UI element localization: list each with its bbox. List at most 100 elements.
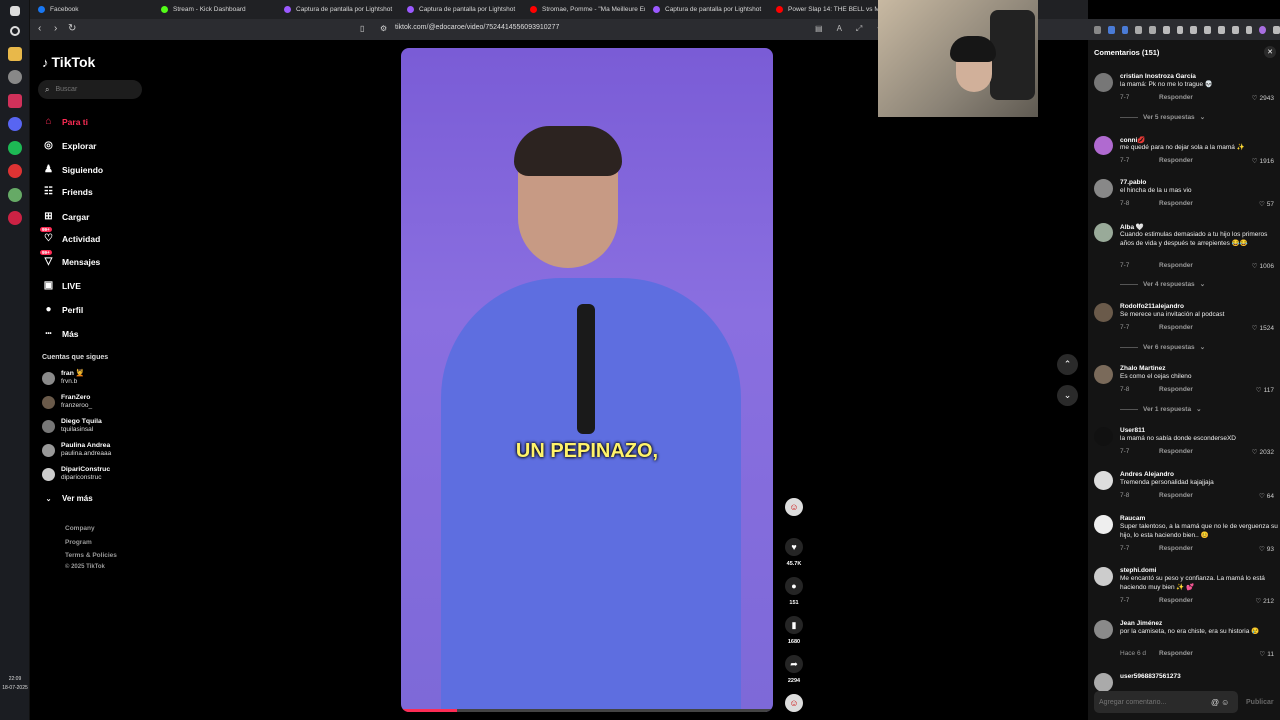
tab-2[interactable]: Captura de pantalla por Lightshot	[276, 0, 399, 19]
nav-item-perfil[interactable]: ● Perfil	[42, 303, 83, 316]
avatar[interactable]	[1094, 620, 1113, 639]
view-replies-button[interactable]: Ver 6 respuestas ⌄	[1120, 343, 1205, 351]
comment-like-button[interactable]: ♡ 93	[1259, 545, 1274, 554]
following-account[interactable]: Diego Tquila tquilasinsal	[42, 418, 102, 434]
extension-icon[interactable]	[1218, 25, 1225, 34]
footer-link-company[interactable]: Company	[65, 525, 95, 532]
zoom-icon[interactable]: ⤢	[856, 24, 862, 34]
following-account[interactable]: FranZero franzeroo_	[42, 394, 92, 410]
forward-icon[interactable]: ›	[54, 24, 57, 34]
mention-icon[interactable]: @	[1211, 698, 1219, 707]
comment-username[interactable]: cristian Inostroza García	[1120, 73, 1196, 80]
view-replies-button[interactable]: Ver 1 respuesta ⌄	[1120, 405, 1202, 413]
view-replies-button[interactable]: Ver 5 respuestas ⌄	[1120, 113, 1205, 121]
nav-item-siguiendo[interactable]: ♟ Siguiendo	[42, 163, 103, 176]
avatar[interactable]	[1094, 73, 1113, 92]
view-replies-button[interactable]: Ver 4 respuestas ⌄	[1120, 280, 1205, 288]
comment-like-button[interactable]: ♡ 1524	[1252, 324, 1274, 333]
avatar[interactable]	[1094, 567, 1113, 586]
comment-like-button[interactable]: ♡ 212	[1255, 597, 1274, 606]
extension-icon[interactable]	[1231, 25, 1239, 34]
comment-username[interactable]: Rodolfo211alejandro	[1120, 303, 1184, 310]
reply-button[interactable]: Responder	[1159, 386, 1193, 393]
avatar[interactable]	[1094, 427, 1113, 446]
following-account[interactable]: Paulina Andrea paulina.andreaaa	[42, 442, 111, 458]
tab-0[interactable]: Facebook	[30, 0, 153, 19]
chrome-icon[interactable]	[8, 188, 22, 202]
nav-item-para-ti[interactable]: ⌂ Para ti	[42, 115, 88, 128]
reply-button[interactable]: Responder	[1159, 94, 1193, 101]
translate-icon[interactable]: A	[837, 24, 842, 34]
comment-like-button[interactable]: ♡ 1006	[1252, 262, 1274, 271]
comment-username[interactable]: user5968837561273	[1120, 673, 1181, 680]
nav-item-cargar[interactable]: ⊞ Cargar	[42, 210, 89, 223]
creator-avatar[interactable]: ☺	[783, 498, 805, 516]
share-button[interactable]: ➦ 2294	[783, 655, 805, 684]
address-bar[interactable]: tiktok.com/@edocaroe/video/7524414556093…	[395, 24, 559, 31]
reply-button[interactable]: Responder	[1159, 597, 1193, 604]
save-button[interactable]: ▮ 1680	[783, 616, 805, 645]
app-icon[interactable]	[8, 70, 22, 84]
emoji-icon[interactable]: ☺	[1221, 698, 1229, 707]
next-video-button[interactable]: ⌄	[1057, 385, 1078, 406]
extension-icon[interactable]	[1107, 25, 1115, 34]
avatar[interactable]	[1094, 179, 1113, 198]
reply-button[interactable]: Responder	[1159, 157, 1193, 164]
discord-icon[interactable]	[8, 117, 22, 131]
nav-item-explorar[interactable]: ◎ Explorar	[42, 139, 96, 152]
reply-button[interactable]: Responder	[1159, 492, 1193, 499]
reply-button[interactable]: Responder	[1159, 448, 1193, 455]
tab-5[interactable]: Captura de pantalla por Lightshot	[645, 0, 768, 19]
tab-1[interactable]: Stream - Kick Dashboard	[153, 0, 276, 19]
close-comments-button[interactable]: ✕	[1264, 46, 1276, 58]
comment-like-button[interactable]: ♡ 64	[1259, 492, 1274, 501]
extension-icon[interactable]	[1094, 25, 1101, 34]
nav-item-mensajes[interactable]: ▽ Mensajes 99+	[40, 250, 100, 268]
comment-like-button[interactable]: ♡ 57	[1259, 200, 1274, 209]
tab-6[interactable]: Power Slap 14: THE BELL vs MENA	[768, 0, 891, 19]
comment-username[interactable]: User811	[1120, 427, 1145, 434]
like-button[interactable]: ♥ 45.7K	[783, 538, 805, 567]
tab-3[interactable]: Captura de pantalla por Lightshot	[399, 0, 522, 19]
post-comment-button[interactable]: Publicar	[1246, 699, 1274, 706]
reply-button[interactable]: Responder	[1159, 200, 1193, 207]
comment-like-button[interactable]: ♡ 1916	[1252, 157, 1274, 166]
windows-start-icon[interactable]	[10, 6, 20, 16]
avatar[interactable]	[1094, 515, 1113, 534]
video-progress-bar[interactable]	[401, 709, 773, 712]
reply-button[interactable]: Responder	[1159, 262, 1193, 269]
tiktok-logo[interactable]: ♪ TikTok	[42, 54, 95, 70]
comment-input[interactable]	[1099, 698, 1209, 706]
footer-link-terms[interactable]: Terms & Policies	[65, 552, 117, 559]
comment-like-button[interactable]: ♡ 2943	[1252, 94, 1274, 103]
search-icon[interactable]	[10, 26, 20, 36]
previous-video-button[interactable]: ⌃	[1057, 354, 1078, 375]
extension-icon[interactable]	[1121, 25, 1129, 34]
avatar[interactable]	[1094, 673, 1113, 692]
extension-icon[interactable]	[1190, 25, 1198, 34]
profile-icon[interactable]	[1259, 25, 1267, 34]
comment-input-box[interactable]: @ ☺	[1094, 691, 1238, 713]
reply-button[interactable]: Responder	[1159, 650, 1193, 657]
app-icon[interactable]	[8, 94, 22, 108]
reload-icon[interactable]: ↻	[68, 24, 76, 34]
app-icon[interactable]	[8, 211, 22, 225]
avatar[interactable]	[1094, 471, 1113, 490]
tab-4[interactable]: Stromae, Pomme - "Ma Meilleure En	[522, 0, 645, 19]
comment-like-button[interactable]: ♡ 11	[1259, 650, 1274, 659]
comment-username[interactable]: 77.pablo	[1120, 179, 1146, 186]
video-player[interactable]: UN PEPINAZO,	[401, 48, 773, 712]
bookmark-icon[interactable]: ▯	[360, 24, 364, 34]
menu-icon[interactable]	[1273, 25, 1280, 34]
following-account[interactable]: fran 💆 frvn.b	[42, 370, 84, 386]
extension-icon[interactable]	[1149, 25, 1156, 34]
nav-item-live[interactable]: ▣ LIVE	[42, 279, 81, 292]
comment-button[interactable]: ● 151	[783, 577, 805, 606]
nav-item-friends[interactable]: ☷ Friends	[42, 185, 93, 198]
reader-icon[interactable]: ▤	[815, 24, 823, 34]
comment-username[interactable]: Raucam	[1120, 515, 1145, 522]
back-icon[interactable]: ‹	[38, 24, 41, 34]
avatar[interactable]	[1094, 223, 1113, 242]
comment-like-button[interactable]: ♡ 2032	[1252, 448, 1274, 457]
see-more-button[interactable]: ⌄ Ver más	[42, 492, 93, 505]
